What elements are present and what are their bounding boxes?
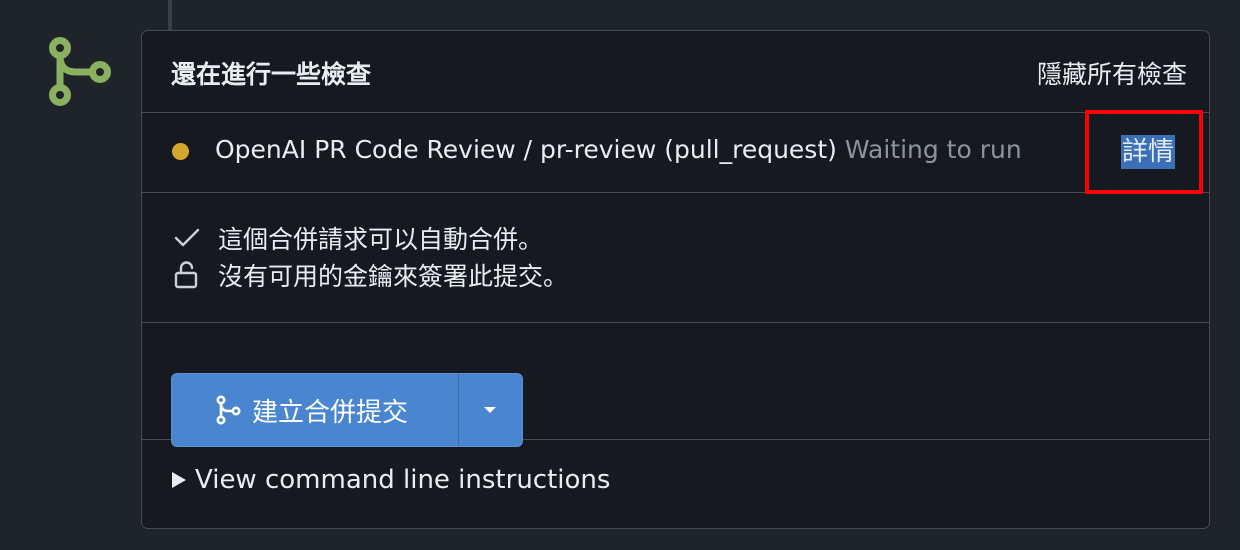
auto-merge-status: 這個合併請求可以自動合併。	[172, 223, 544, 254]
git-merge-icon	[216, 395, 241, 425]
merge-actions: 建立合併提交	[142, 323, 1209, 447]
view-cli-instructions-toggle[interactable]: View command line instructions	[171, 465, 610, 495]
create-merge-commit-label: 建立合併提交	[252, 397, 409, 428]
unlock-icon	[172, 260, 202, 290]
hide-all-checks-link[interactable]: 隱藏所有檢查	[1037, 55, 1187, 91]
view-cli-instructions-label: View command line instructions	[195, 465, 611, 495]
check-name: OpenAI PR Code Review / pr-review (pull_…	[215, 135, 1022, 164]
merge-button-group: 建立合併提交	[171, 373, 523, 447]
cli-section: View command line instructions	[142, 440, 1209, 528]
merge-box: 還在進行一些檢查 隱藏所有檢查 OpenAI PR Code Review / …	[141, 30, 1210, 529]
triangle-right-icon	[172, 472, 186, 488]
check-name-text: OpenAI PR Code Review / pr-review (pull_…	[215, 135, 837, 164]
check-state: Waiting to run	[844, 135, 1022, 164]
timeline-line	[168, 0, 172, 30]
auto-merge-text: 這個合併請求可以自動合併。	[218, 225, 544, 254]
signing-status: 沒有可用的金鑰來簽署此提交。	[172, 260, 569, 291]
check-row: OpenAI PR Code Review / pr-review (pull_…	[142, 113, 1209, 193]
merge-status-section: 這個合併請求可以自動合併。 沒有可用的金鑰來簽署此提交。	[142, 193, 1209, 323]
checks-title: 還在進行一些檢查	[171, 60, 372, 89]
git-merge-badge-icon	[44, 36, 116, 108]
checks-header: 還在進行一些檢查 隱藏所有檢查	[142, 31, 1209, 113]
create-merge-commit-button[interactable]: 建立合併提交	[172, 374, 458, 446]
pending-status-dot-icon	[172, 143, 189, 160]
annotation-highlight-box	[1085, 110, 1203, 194]
caret-down-icon	[484, 407, 497, 413]
check-icon	[172, 223, 202, 253]
signing-text: 沒有可用的金鑰來簽署此提交。	[218, 262, 569, 291]
merge-method-dropdown-button[interactable]	[457, 374, 522, 446]
